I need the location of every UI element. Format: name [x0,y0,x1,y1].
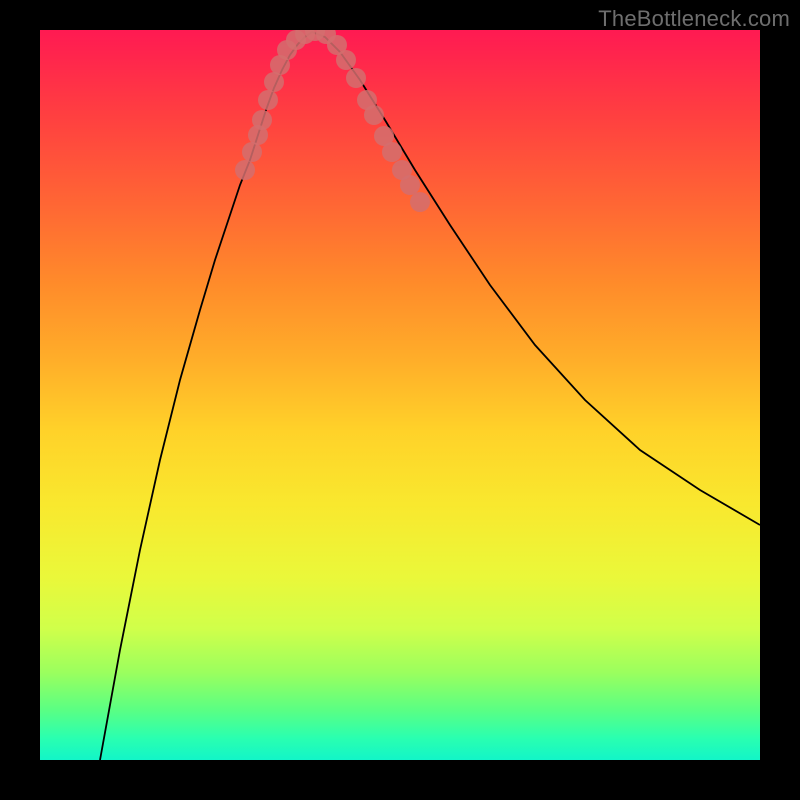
data-dot [382,142,402,162]
data-dot [364,105,384,125]
data-dot [242,142,262,162]
data-dot [336,50,356,70]
curve-layer [40,30,760,760]
watermark-text: TheBottleneck.com [598,6,790,32]
plot-area [40,30,760,760]
dot-cluster [235,30,430,212]
data-dot [410,192,430,212]
data-dot [400,175,420,195]
data-dot [346,68,366,88]
data-dot [264,72,284,92]
data-dot [258,90,278,110]
right-curve [312,32,760,525]
left-curve [100,32,312,760]
data-dot [235,160,255,180]
data-dot [252,110,272,130]
